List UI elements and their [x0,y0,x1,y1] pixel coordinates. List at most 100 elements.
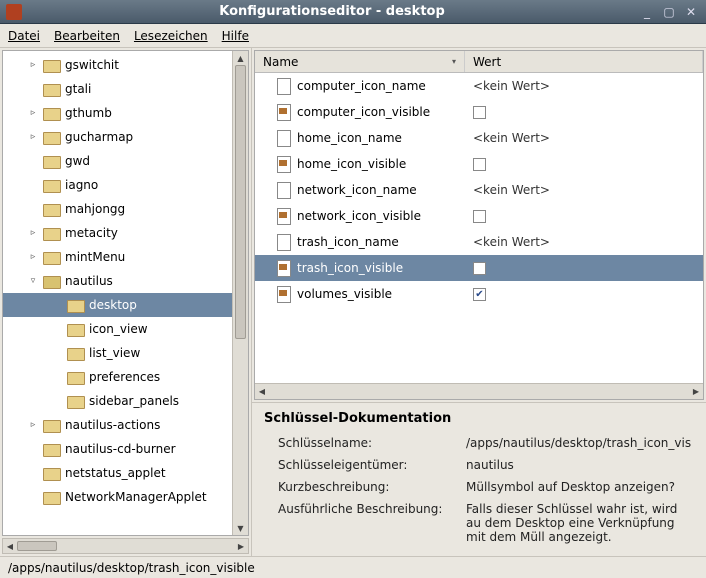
folder-icon [43,154,59,168]
string-key-icon [277,182,291,198]
column-header-wert[interactable]: Wert [465,51,703,72]
scroll-left-arrow-icon[interactable]: ◀ [3,542,17,551]
menu-datei[interactable]: Datei [8,29,40,43]
close-button[interactable]: ✕ [682,4,700,20]
folder-icon [43,418,59,432]
scroll-thumb[interactable] [17,541,57,551]
value-checkbox[interactable] [473,262,486,275]
cell-value[interactable] [465,158,703,171]
table-row[interactable]: computer_icon_name<kein Wert> [255,73,703,99]
cell-value[interactable] [465,106,703,119]
expander-icon[interactable]: ▹ [27,132,39,142]
tree-item-label: mahjongg [63,202,125,216]
tree-item[interactable]: ▹gswitchit [3,53,232,77]
tree-item[interactable]: ▹gthumb [3,101,232,125]
table-row[interactable]: home_icon_name <kein Wert> [255,125,703,151]
table-row[interactable]: home_icon_visible [255,151,703,177]
folder-icon [67,346,83,360]
tree-item[interactable]: iagno [3,173,232,197]
expander-icon[interactable]: ▹ [27,252,39,262]
scroll-track[interactable] [17,539,234,553]
content-area: ▹gswitchit gtali ▹gthumb▹gucharmapgwd iagno… [0,48,706,556]
menu-hilfe[interactable]: Hilfe [222,29,249,43]
cell-value[interactable]: <kein Wert> [465,79,703,93]
table-row[interactable]: trash_icon_visible [255,255,703,281]
expander-icon[interactable]: ▹ [27,420,39,430]
tree-item[interactable]: netstatus_applet [3,461,232,485]
titlebar: Konfigurationseditor - desktop _ ▢ ✕ [0,0,706,24]
scroll-track[interactable] [233,65,248,521]
cell-value[interactable] [465,288,703,301]
cell-name: home_icon_name [255,130,465,146]
maximize-button[interactable]: ▢ [660,4,678,20]
value-checkbox[interactable] [473,210,486,223]
expander-icon[interactable]: ▿ [27,276,39,286]
config-tree[interactable]: ▹gswitchit gtali ▹gthumb▹gucharmapgwd iagno… [3,51,232,535]
column-header-name[interactable]: Name ▾ [255,51,465,72]
scroll-down-arrow-icon[interactable]: ▼ [233,521,248,535]
tree-item[interactable]: ▹gucharmap [3,125,232,149]
scroll-up-arrow-icon[interactable]: ▲ [233,51,248,65]
value-checkbox[interactable] [473,106,486,119]
tree-item[interactable]: list_view [3,341,232,365]
folder-icon [67,370,83,384]
cell-value[interactable] [465,210,703,223]
key-name-label: trash_icon_visible [297,261,403,275]
tree-item[interactable]: preferences [3,365,232,389]
tree-item[interactable]: ▿nautilus [3,269,232,293]
table-row[interactable]: trash_icon_name <kein Wert> [255,229,703,255]
value-checkbox[interactable] [473,158,486,171]
scroll-right-arrow-icon[interactable]: ▶ [234,542,248,551]
scroll-right-arrow-icon[interactable]: ▶ [689,387,703,396]
folder-icon [67,298,83,312]
tree-wrap: ▹gswitchit gtali ▹gthumb▹gucharmapgwd iagno… [2,50,249,536]
cell-name: network_icon_visible [255,208,465,224]
tree-item[interactable]: icon_view [3,317,232,341]
tree-item-label: iagno [63,178,98,192]
key-name-label: computer_icon_visible [297,105,430,119]
tree-item[interactable]: desktop [3,293,232,317]
tree-item-label: gtali [63,82,91,96]
key-name-label: home_icon_name [297,131,402,145]
cell-name: trash_icon_name [255,234,465,250]
cell-value[interactable] [465,262,703,275]
folder-icon [43,442,59,456]
tree-vertical-scrollbar[interactable]: ▲ ▼ [232,51,248,535]
table-row[interactable]: network_icon_visible [255,203,703,229]
scroll-left-arrow-icon[interactable]: ◀ [255,387,269,396]
tree-item[interactable]: gtali [3,77,232,101]
folder-icon [43,466,59,480]
scroll-thumb[interactable] [235,65,246,339]
menu-bearbeiten[interactable]: Bearbeiten [54,29,120,43]
table-row[interactable]: network_icon_name <kein Wert> [255,177,703,203]
cell-value[interactable]: <kein Wert> [465,131,703,145]
scroll-track[interactable] [269,384,689,399]
value-checkbox[interactable] [473,288,486,301]
table-row[interactable]: computer_icon_visible [255,99,703,125]
tree-item[interactable]: NetworkManagerApplet [3,485,232,509]
tree-item[interactable]: ▹metacity [3,221,232,245]
expander-icon[interactable]: ▹ [27,108,39,118]
expander-icon[interactable]: ▹ [27,228,39,238]
cell-value[interactable]: <kein Wert> [465,183,703,197]
folder-icon [67,322,83,336]
doc-value-long: Falls dieser Schlüssel wahr ist, wird au… [466,502,694,544]
tree-item[interactable]: sidebar_panels [3,389,232,413]
table-horizontal-scrollbar[interactable]: ◀ ▶ [255,383,703,399]
tree-item[interactable]: ▹mintMenu [3,245,232,269]
tree-item[interactable]: ▹nautilus-actions [3,413,232,437]
menu-lesezeichen[interactable]: Lesezeichen [134,29,208,43]
right-pane: Name ▾ Wert computer_icon_name<kein Wert… [252,48,706,556]
table-row[interactable]: volumes_visible [255,281,703,307]
expander-icon[interactable]: ▹ [27,60,39,70]
tree-item[interactable]: gwd [3,149,232,173]
tree-pane: ▹gswitchit gtali ▹gthumb▹gucharmapgwd iagno… [0,48,252,556]
key-name-label: network_icon_name [297,183,417,197]
cell-value[interactable]: <kein Wert> [465,235,703,249]
key-name-label: trash_icon_name [297,235,399,249]
minimize-button[interactable]: _ [638,4,656,20]
tree-item[interactable]: nautilus-cd-burner [3,437,232,461]
tree-item-label: NetworkManagerApplet [63,490,207,504]
tree-horizontal-scrollbar[interactable]: ◀ ▶ [2,538,249,554]
tree-item[interactable]: mahjongg [3,197,232,221]
